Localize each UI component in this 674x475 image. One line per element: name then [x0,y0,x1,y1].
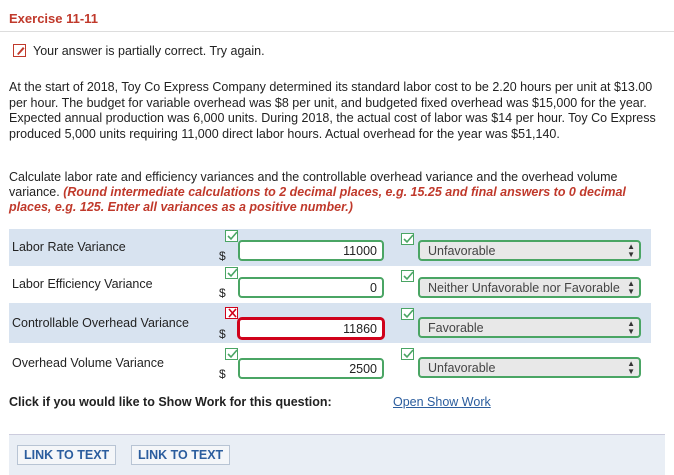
checkmark-icon [401,308,414,320]
problem-text: At the start of 2018, Toy Co Express Com… [9,80,656,141]
row-label: Labor Rate Variance [12,240,126,254]
status-message: Your answer is partially correct. Try ag… [33,44,265,58]
table-row: Controllable Overhead Variance $ 11860 F… [9,303,651,343]
select-value: Unfavorable [428,361,496,375]
currency-symbol: $ [219,249,226,263]
row-label: Overhead Volume Variance [12,356,164,370]
title-divider [0,31,674,32]
overhead-volume-type-select[interactable]: Unfavorable ▲ ▼ [418,357,641,378]
table-row: Overhead Volume Variance $ 2500 Unfavora… [9,343,651,383]
select-value: Neither Unfavorable nor Favorable [428,281,620,295]
partially-correct-icon [13,44,26,57]
checkmark-icon [225,230,238,242]
select-value: Unfavorable [428,244,496,258]
overhead-volume-amount-input[interactable]: 2500 [238,358,384,379]
labor-rate-type-select[interactable]: Unfavorable ▲ ▼ [418,240,641,261]
checkmark-icon [225,267,238,279]
currency-symbol: $ [219,286,226,300]
instructions-note: (Round intermediate calculations to 2 de… [9,185,626,214]
currency-symbol: $ [219,327,226,341]
row-label: Labor Efficiency Variance [12,277,153,291]
instructions: Calculate labor rate and efficiency vari… [9,170,664,215]
labor-efficiency-amount-input[interactable]: 0 [238,277,384,298]
checkmark-icon [225,348,238,360]
select-arrows-icon: ▲ ▼ [627,359,635,376]
open-show-work-link[interactable]: Open Show Work [393,395,491,409]
select-arrows-icon: ▲ ▼ [627,279,635,296]
select-arrows-icon: ▲ ▼ [627,242,635,259]
controllable-overhead-type-select[interactable]: Favorable ▲ ▼ [418,317,641,338]
link-to-text-button-2[interactable]: LINK TO TEXT [131,445,231,465]
row-label: Controllable Overhead Variance [12,316,189,330]
x-mark-icon [225,307,238,319]
labor-efficiency-type-select[interactable]: Neither Unfavorable nor Favorable ▲ ▼ [418,277,641,298]
link-to-text-button[interactable]: LINK TO TEXT [17,445,117,465]
table-row: Labor Efficiency Variance $ 0 Neither Un… [9,266,651,303]
checkmark-icon [401,233,414,245]
currency-symbol: $ [219,367,226,381]
select-value: Favorable [428,321,484,335]
table-row: Labor Rate Variance $ 11000 Unfavorable … [9,229,651,266]
checkmark-icon [401,348,414,360]
controllable-overhead-amount-input[interactable]: 11860 [238,318,384,339]
show-work-label: Click if you would like to Show Work for… [9,395,332,409]
checkmark-icon [401,270,414,282]
labor-rate-amount-input[interactable]: 11000 [238,240,384,261]
select-arrows-icon: ▲ ▼ [627,319,635,336]
exercise-title: Exercise 11-11 [9,11,98,26]
